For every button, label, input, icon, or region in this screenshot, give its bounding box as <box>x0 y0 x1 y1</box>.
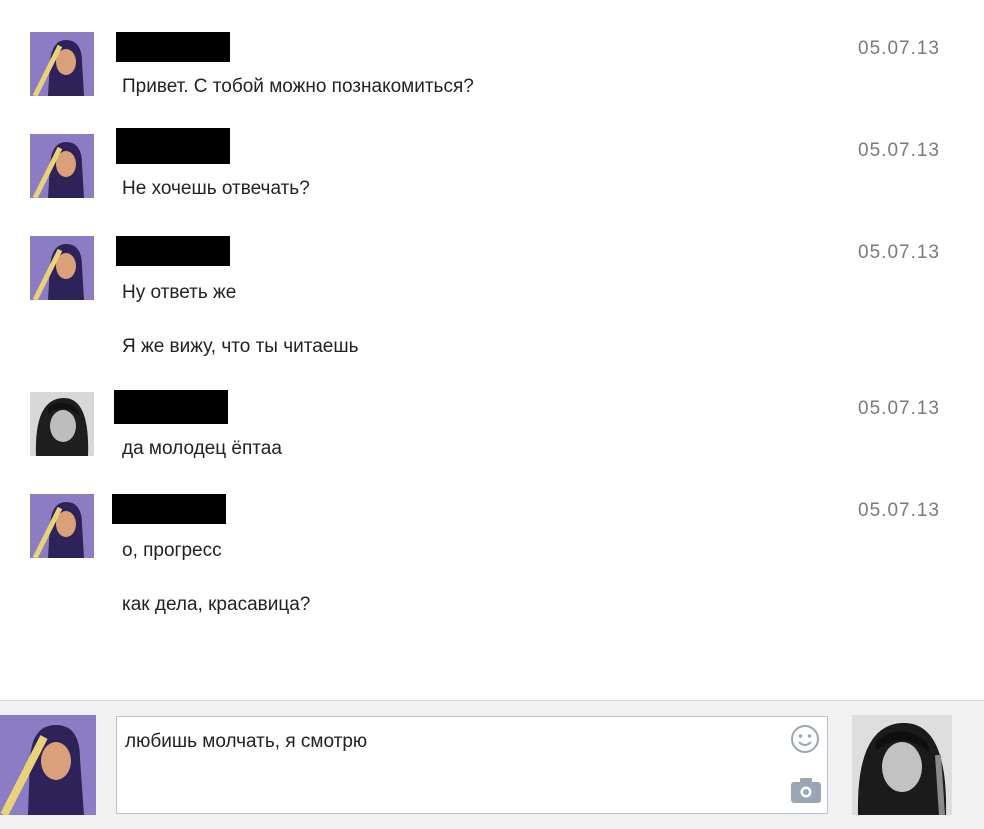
sender-avatar[interactable] <box>30 32 94 96</box>
message-history: 05.07.13 Привет. С тобой можно познакоми… <box>0 0 984 700</box>
message-date: 05.07.13 <box>858 398 940 419</box>
message-date: 05.07.13 <box>858 500 940 521</box>
sender-avatar[interactable] <box>30 494 94 558</box>
message-composer: любишь молчать, я смотрю <box>0 700 984 829</box>
message-text: Я же вижу, что ты читаешь <box>122 336 359 357</box>
message-date: 05.07.13 <box>858 38 940 59</box>
my-avatar-large[interactable] <box>852 715 952 815</box>
smile-icon[interactable] <box>790 724 820 754</box>
camera-icon[interactable] <box>790 776 822 804</box>
sender-name-redacted[interactable] <box>116 32 230 62</box>
sender-avatar[interactable] <box>30 392 94 456</box>
sender-name-redacted[interactable] <box>116 128 230 164</box>
message-text: Привет. С тобой можно познакомиться? <box>122 76 474 97</box>
message-date: 05.07.13 <box>858 140 940 161</box>
sender-name-redacted[interactable] <box>112 494 226 524</box>
message-text: да молодец ёптаа <box>122 438 282 459</box>
sender-avatar[interactable] <box>30 236 94 300</box>
message-date: 05.07.13 <box>858 242 940 263</box>
sender-name-redacted[interactable] <box>114 390 228 424</box>
message-text: как дела, красавица? <box>122 594 311 615</box>
message-input[interactable]: любишь молчать, я смотрю <box>116 716 828 814</box>
message-text: Ну ответь же <box>122 282 237 303</box>
sender-avatar[interactable] <box>30 134 94 198</box>
sender-name-redacted[interactable] <box>116 236 230 266</box>
message-text: Не хочешь отвечать? <box>122 178 310 199</box>
message-text: о, прогресс <box>122 540 222 561</box>
friend-avatar-large[interactable] <box>0 715 96 815</box>
